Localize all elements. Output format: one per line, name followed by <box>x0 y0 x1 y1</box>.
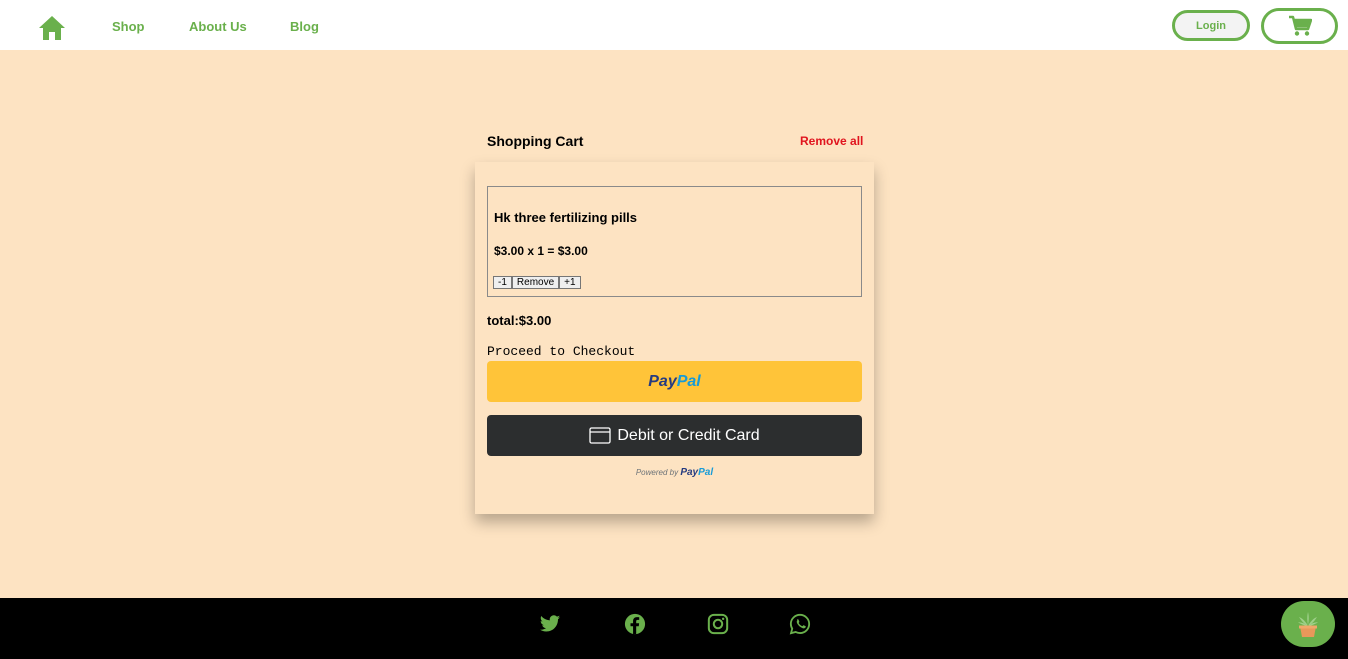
card-button-label: Debit or Credit Card <box>617 426 760 444</box>
footer <box>0 598 1348 659</box>
facebook-icon[interactable] <box>624 613 646 635</box>
nav-link-blog[interactable]: Blog <box>290 19 319 34</box>
navbar: Shop About Us Blog Login <box>0 0 1348 50</box>
cart-total: total:$3.00 <box>487 313 552 328</box>
remove-all-link[interactable]: Remove all <box>800 134 863 148</box>
cart-button[interactable] <box>1261 8 1338 44</box>
item-quantity-controls: -1 Remove +1 <box>493 276 581 289</box>
nav-link-about-us[interactable]: About Us <box>189 19 247 34</box>
paypal-button[interactable]: PayPal <box>487 361 862 402</box>
plant-pot-icon <box>1298 612 1318 637</box>
plant-floating-button[interactable] <box>1281 601 1335 647</box>
instagram-icon[interactable] <box>707 613 729 635</box>
cart-panel: Hk three fertilizing pills $3.00 x 1 = $… <box>475 162 874 514</box>
cart-title: Shopping Cart <box>487 133 584 149</box>
increment-button[interactable]: +1 <box>559 276 581 289</box>
nav-link-shop[interactable]: Shop <box>112 19 145 34</box>
login-button[interactable]: Login <box>1172 10 1250 41</box>
powered-by-paypal: Powered by PayPal <box>635 467 714 478</box>
debit-credit-card-button[interactable]: Debit or Credit Card <box>487 415 862 456</box>
shopping-cart-icon <box>1288 15 1312 36</box>
remove-item-button[interactable]: Remove <box>511 276 560 289</box>
twitter-icon[interactable] <box>539 613 561 635</box>
paypal-logo: PayPal <box>648 372 701 390</box>
checkout-label: Proceed to Checkout <box>487 344 636 359</box>
whatsapp-icon[interactable] <box>789 613 811 635</box>
item-name: Hk three fertilizing pills <box>494 210 638 225</box>
cart-item: Hk three fertilizing pills $3.00 x 1 = $… <box>487 186 862 297</box>
decrement-button[interactable]: -1 <box>493 276 512 289</box>
credit-card-icon <box>589 427 612 444</box>
item-price-line: $3.00 x 1 = $3.00 <box>494 244 588 258</box>
home-icon[interactable] <box>38 15 66 41</box>
